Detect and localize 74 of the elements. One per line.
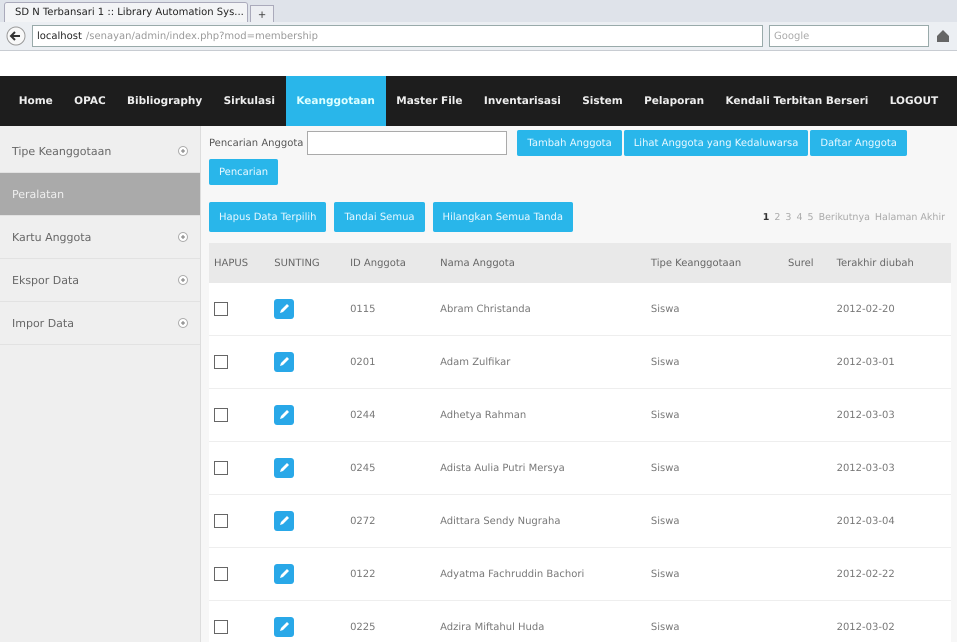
row-checkbox[interactable] <box>214 514 228 528</box>
table-cell: 2012-03-03 <box>832 442 951 494</box>
edit-icon[interactable] <box>274 299 294 319</box>
sidebar-item[interactable]: Ekspor Data <box>0 259 200 302</box>
new-tab-button[interactable]: + <box>250 5 274 22</box>
nav-tab[interactable]: Sistem <box>572 76 634 126</box>
row-checkbox[interactable] <box>214 302 228 316</box>
column-header: ID Anggota <box>345 243 436 283</box>
nav-tab[interactable]: Pelaporan <box>633 76 715 126</box>
table-cell: 0225 <box>345 600 436 642</box>
search-label: Pencarian Anggota <box>209 138 304 148</box>
row-checkbox[interactable] <box>214 408 228 422</box>
column-header: Nama Anggota <box>435 243 646 283</box>
table-cell: Siswa <box>646 388 784 442</box>
table-cell: 2012-02-20 <box>832 283 951 336</box>
table-cell: Siswa <box>646 548 784 600</box>
member-search-field[interactable] <box>307 131 508 155</box>
table-cell: 0245 <box>345 442 436 494</box>
table-cell: 2012-02-22 <box>832 548 951 600</box>
table-cell: Siswa <box>646 494 784 548</box>
back-icon[interactable] <box>6 26 26 46</box>
expand-icon <box>178 318 188 328</box>
nav-tab[interactable]: Kendali Terbitan Berseri <box>714 76 880 126</box>
table-cell: Adam Zulfikar <box>435 336 646 388</box>
column-header: Tipe Keanggotaan <box>646 243 784 283</box>
table-cell: Siswa <box>646 442 784 494</box>
column-header: SUNTING <box>269 243 346 283</box>
expand-icon <box>178 275 188 285</box>
table-cell: 2012-03-03 <box>832 388 951 442</box>
nav-tab[interactable]: Home <box>8 76 64 126</box>
expand-icon <box>178 146 188 156</box>
nav-tab[interactable]: Inventarisasi <box>473 76 572 126</box>
row-checkbox[interactable] <box>214 461 228 475</box>
nav-tab[interactable]: OPAC <box>63 76 116 126</box>
table-cell: Siswa <box>646 336 784 388</box>
nav-tab[interactable]: Master File <box>386 76 474 126</box>
nav-tab[interactable]: LOGOUT <box>879 76 949 126</box>
edit-icon[interactable] <box>274 617 294 637</box>
sidebar-item[interactable]: Kartu Anggota <box>0 216 200 259</box>
edit-icon[interactable] <box>274 458 294 478</box>
table-cell: Adittara Sendy Nugraha <box>435 494 646 548</box>
table-cell: Siswa <box>646 600 784 642</box>
table-cell: 0115 <box>345 283 436 336</box>
home-icon[interactable] <box>935 28 951 44</box>
address-bar[interactable]: localhost /senayan/admin/index.php?mod=membership <box>32 25 763 47</box>
expand-icon <box>178 232 188 242</box>
table-cell: 0122 <box>345 548 436 600</box>
row-checkbox[interactable] <box>214 567 228 581</box>
table-cell: Adista Aulia Putri Mersya <box>435 442 646 494</box>
edit-icon[interactable] <box>274 352 294 372</box>
table-cell: 0244 <box>345 388 436 442</box>
page-link[interactable]: 1 <box>762 212 770 222</box>
edit-icon[interactable] <box>274 564 294 584</box>
table-cell: 0272 <box>345 494 436 548</box>
table-cell: Adhetya Rahman <box>435 388 646 442</box>
table-cell: 0201 <box>345 336 436 388</box>
column-header: Surel <box>783 243 832 283</box>
nav-tab[interactable]: Bibliography <box>116 76 213 126</box>
nav-tab[interactable]: Sirkulasi <box>212 76 286 126</box>
row-checkbox[interactable] <box>214 620 228 634</box>
row-checkbox[interactable] <box>214 355 228 369</box>
sidebar-item[interactable]: Impor Data <box>0 302 200 345</box>
table-cell: Siswa <box>646 283 784 336</box>
edit-icon[interactable] <box>274 405 294 425</box>
table-cell: 2012-03-04 <box>832 494 951 548</box>
column-header: HAPUS <box>209 243 270 283</box>
edit-icon[interactable] <box>274 511 294 531</box>
table-cell: Abram Christanda <box>435 283 646 336</box>
table-cell: 2012-03-02 <box>832 600 951 642</box>
browser-tab[interactable]: SD N Terbansari 1 :: Library Automation Sys... <box>4 2 248 22</box>
table-cell: Adyatma Fachruddin Bachori <box>435 548 646 600</box>
table-cell: Adzira Miftahul Huda <box>435 600 646 642</box>
column-header: Terakhir diubah <box>832 243 951 283</box>
table-cell: 2012-03-01 <box>832 336 951 388</box>
